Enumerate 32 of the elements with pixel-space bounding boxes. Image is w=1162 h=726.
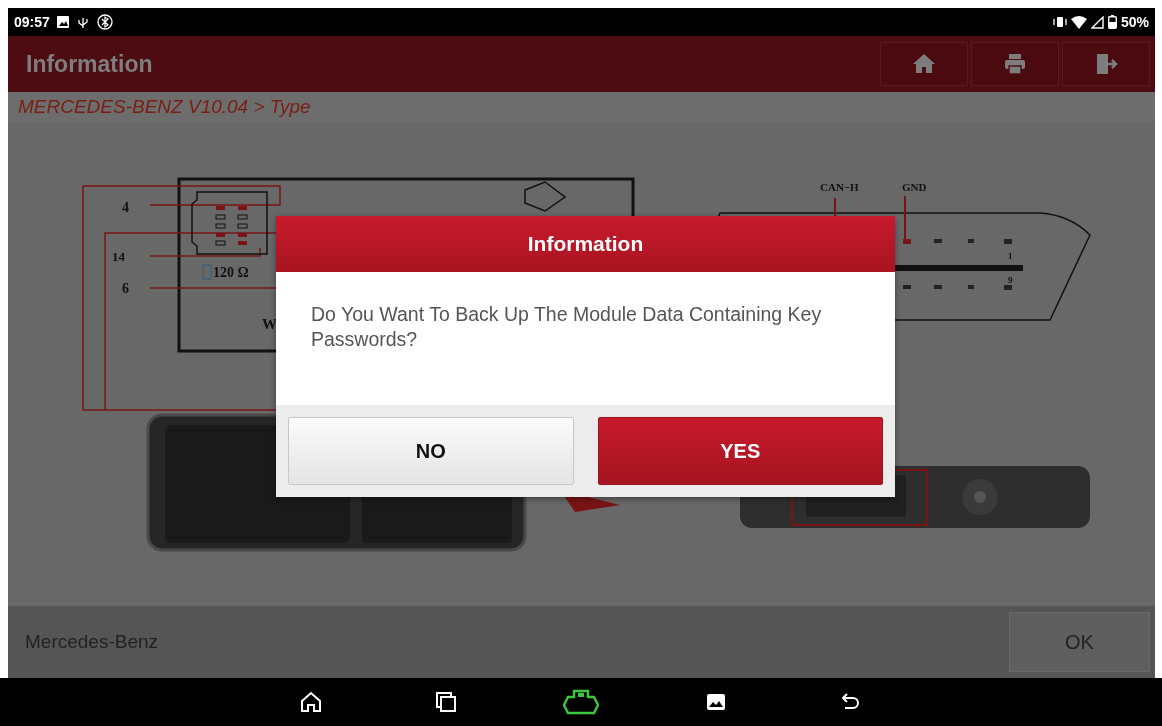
diagram-label: 4 [122,200,129,215]
diagram-label: 6 [122,281,129,296]
dialog-title: Information [276,216,895,272]
clock-time: 09:57 [14,14,50,30]
bluetooth-icon [96,14,113,30]
diagram-label: 9 [1008,275,1013,285]
confirm-button[interactable]: YES [597,417,883,485]
usb-icon [75,15,90,29]
exit-button[interactable] [1062,42,1150,86]
dialog-message: Do You Want To Back Up The Module Data Containing Key Passwords? [311,302,823,352]
diagram-label: 120 Ω [213,265,249,280]
battery-icon [1107,15,1117,29]
home-icon [912,52,936,76]
breadcrumb: MERCEDES-BENZ V10.04 > Type [8,92,1155,122]
cancel-button[interactable]: NO [288,417,574,485]
battery-percent: 50% [1120,14,1149,30]
diagram-label: CAN−H [820,181,859,193]
overlapping-squares-icon [434,690,458,714]
exit-door-icon [1094,52,1118,76]
printer-icon [1003,52,1027,76]
image-icon [56,16,69,28]
print-button[interactable] [971,42,1059,86]
signal-icon [1090,15,1104,29]
diagram-label: W [262,316,277,332]
vci-connector-icon [563,689,599,715]
diagram-label: 1 [1008,251,1013,261]
vibrate-icon [1052,16,1067,28]
diagram-label: 14 [112,249,125,264]
page-title: Information [26,50,153,78]
wifi-icon [1070,15,1087,29]
diagram-label: GND [902,181,927,193]
home-icon [299,690,323,714]
